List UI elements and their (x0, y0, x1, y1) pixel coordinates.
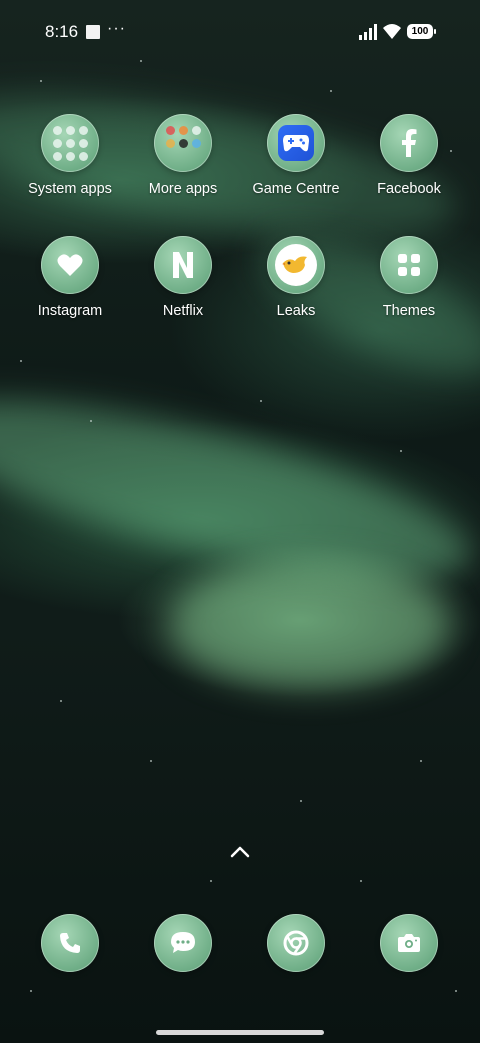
dock-phone[interactable] (10, 914, 130, 972)
status-bar: 8:16 ··· 100 (0, 0, 480, 64)
app-leaks[interactable]: Leaks (236, 236, 356, 319)
notification-square-icon (86, 25, 100, 39)
app-label: Game Centre (252, 181, 340, 197)
wifi-icon (383, 24, 401, 39)
dock-messages[interactable] (123, 914, 243, 972)
app-label: Themes (382, 303, 436, 319)
star (360, 880, 362, 882)
facebook-icon (380, 114, 438, 172)
status-time: 8:16 (45, 22, 79, 41)
chevron-up-icon[interactable] (228, 842, 252, 862)
star (260, 400, 262, 402)
battery-icon: 100 (407, 24, 436, 39)
bird-icon (282, 256, 307, 273)
dock-chrome[interactable] (236, 914, 356, 972)
app-facebook[interactable]: Facebook (349, 114, 469, 197)
star (150, 760, 152, 762)
app-instagram[interactable]: Instagram (10, 236, 130, 319)
star (400, 450, 402, 452)
star (40, 80, 42, 82)
app-label: System apps (28, 181, 112, 197)
app-label: Instagram (37, 303, 103, 319)
netflix-icon (154, 236, 212, 294)
star (60, 700, 62, 702)
signal-icon (359, 24, 377, 40)
heart-icon (41, 236, 99, 294)
app-label: Leaks (276, 303, 316, 319)
star (90, 420, 92, 422)
app-netflix[interactable]: Netflix (123, 236, 243, 319)
star (20, 360, 22, 362)
gamepad-icon (283, 135, 309, 152)
star (30, 990, 32, 992)
star (300, 800, 302, 802)
app-system-apps[interactable]: System apps (10, 114, 130, 197)
game-centre-app-icon (267, 114, 325, 172)
star (420, 760, 422, 762)
app-themes[interactable]: Themes (349, 236, 469, 319)
star (330, 90, 332, 92)
home-gesture-bar[interactable] (156, 1030, 324, 1035)
star (210, 880, 212, 882)
messages-icon (154, 914, 212, 972)
app-game-centre[interactable]: Game Centre (236, 114, 356, 197)
app-label: Netflix (162, 303, 204, 319)
aurora-glow (170, 560, 450, 690)
app-label: More apps (148, 181, 218, 197)
dock-camera[interactable] (349, 914, 469, 972)
folder-icon (154, 114, 212, 172)
star (455, 990, 457, 992)
themes-icon (380, 236, 438, 294)
folder-icon (41, 114, 99, 172)
phone-icon (41, 914, 99, 972)
app-label: Facebook (377, 181, 441, 197)
leaks-app-icon (267, 236, 325, 294)
chrome-icon (267, 914, 325, 972)
app-more-apps[interactable]: More apps (123, 114, 243, 197)
camera-icon (380, 914, 438, 972)
more-dots-icon: ··· (107, 20, 126, 37)
